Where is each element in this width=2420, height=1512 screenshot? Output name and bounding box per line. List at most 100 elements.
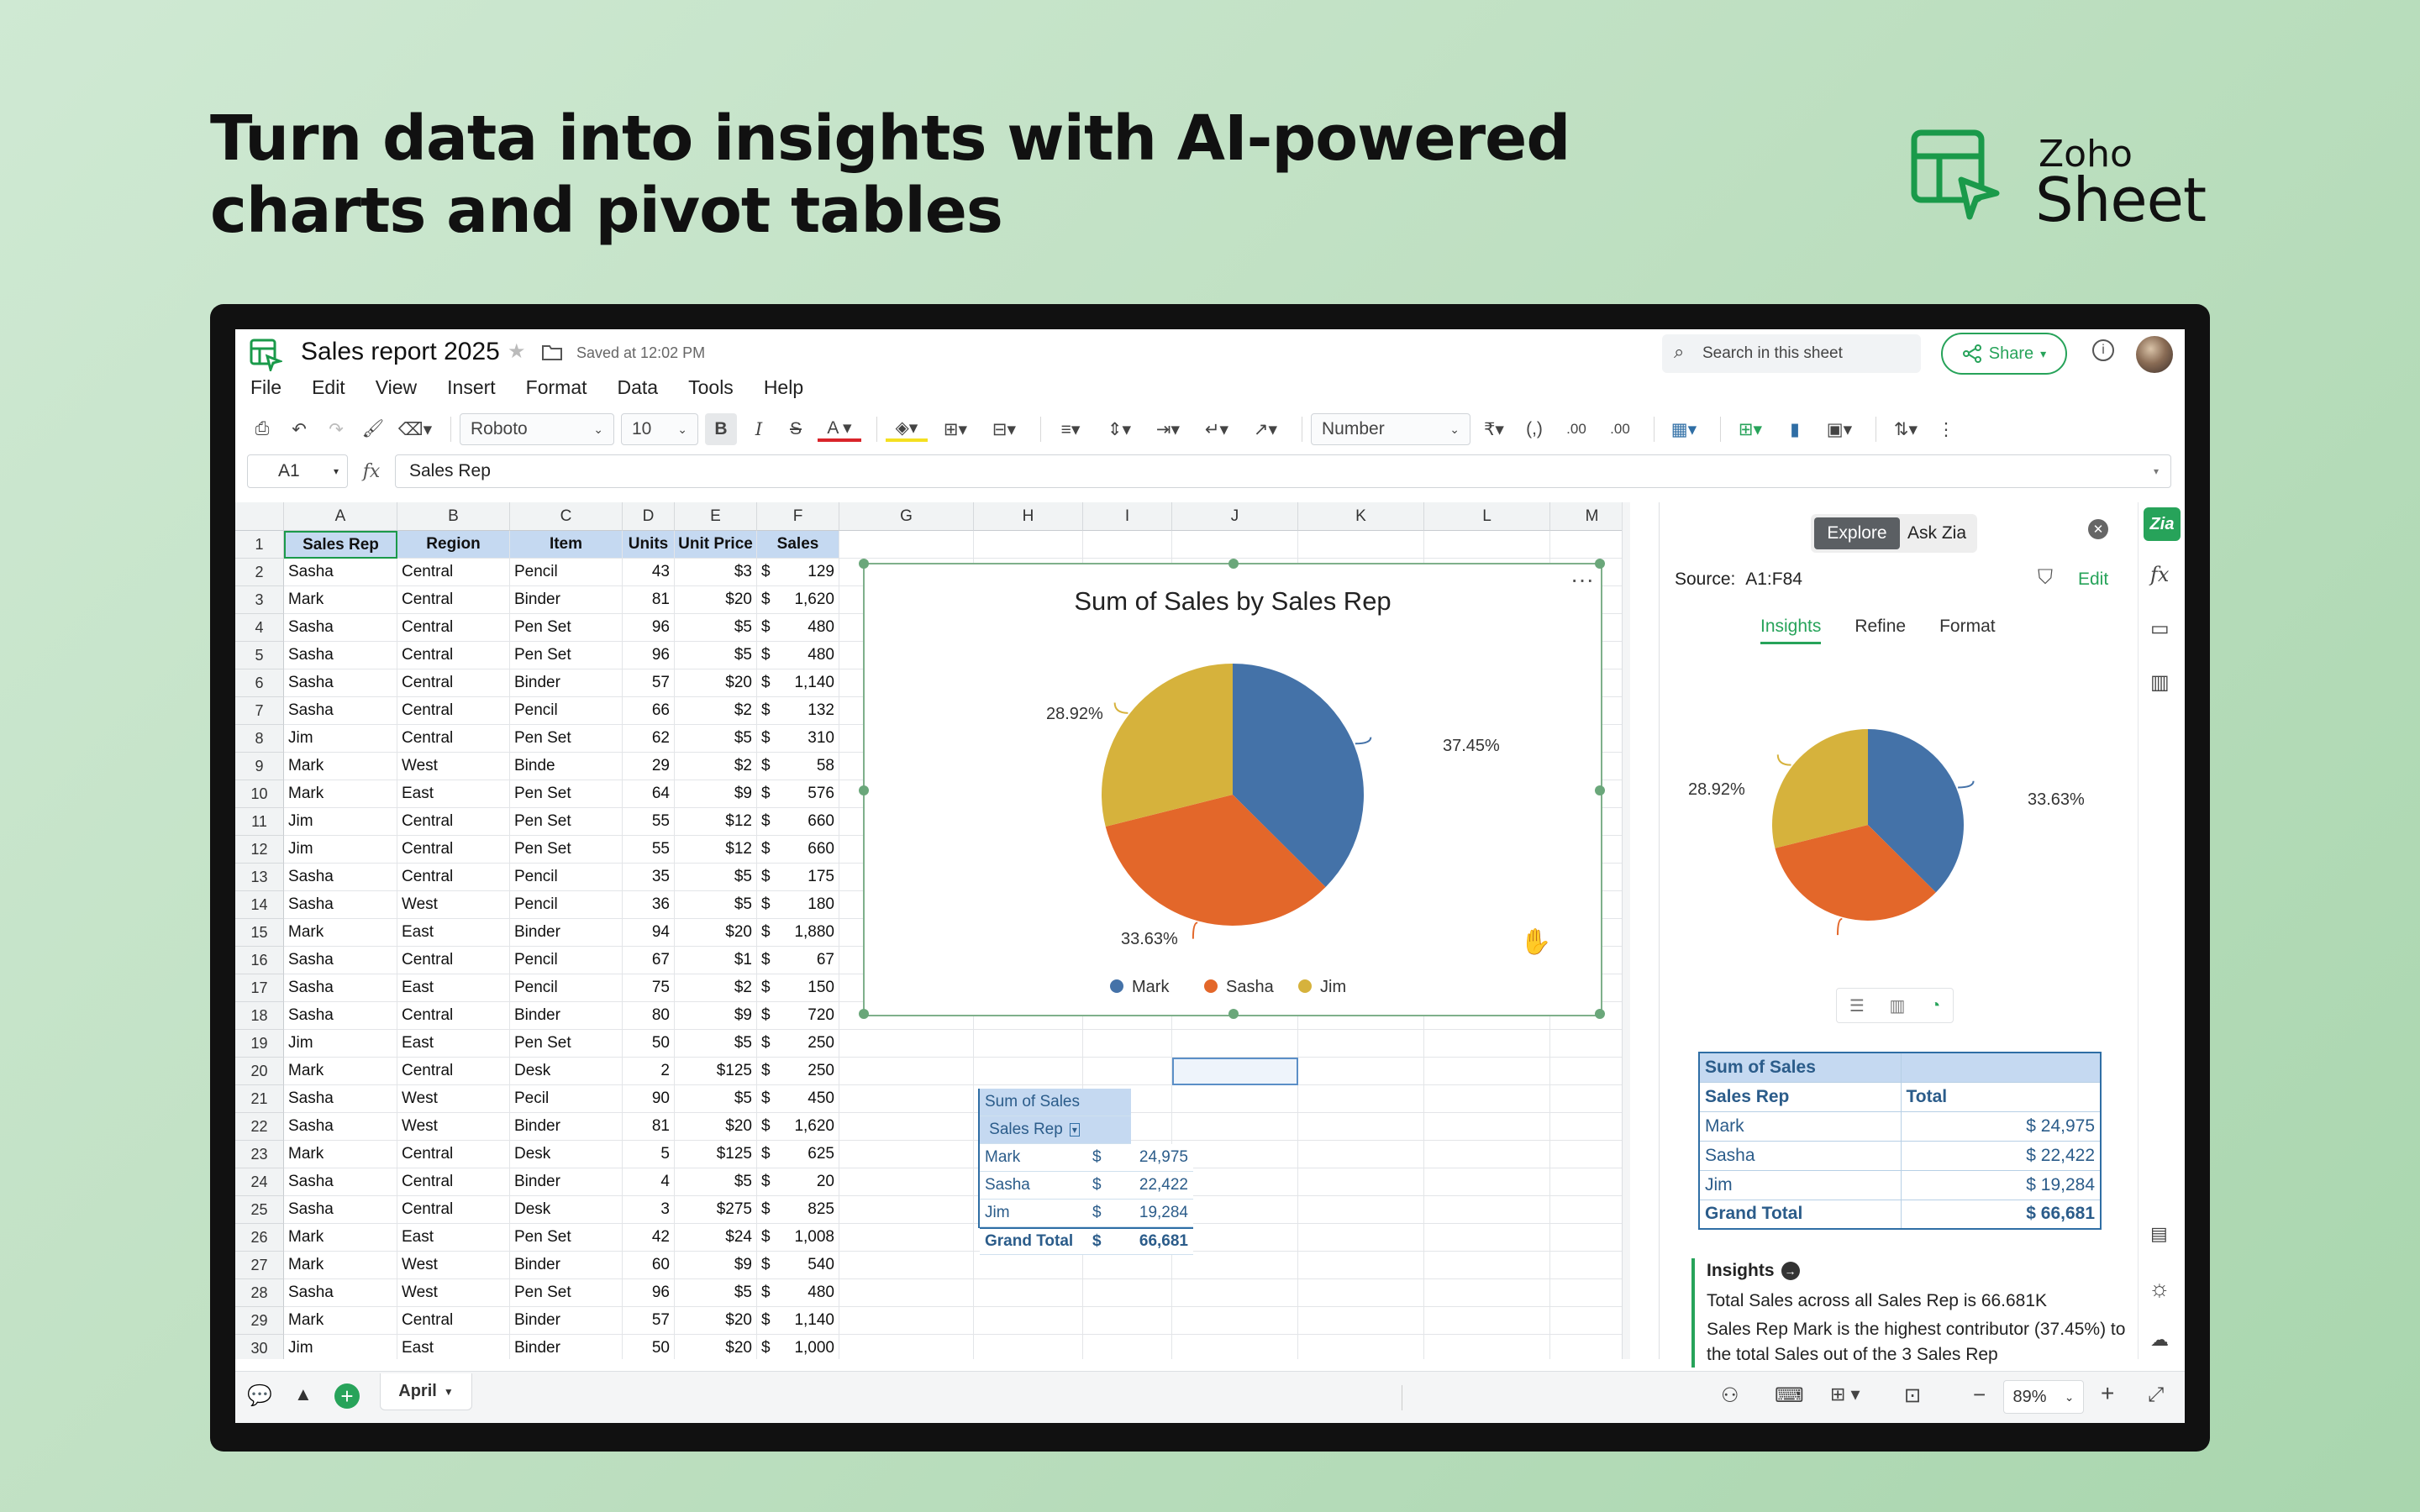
data-cell[interactable]: Central	[397, 725, 510, 753]
empty-cell[interactable]	[1550, 1279, 1630, 1307]
column-header-f[interactable]: F	[757, 502, 839, 531]
data-cell[interactable]: Mark	[284, 1224, 397, 1252]
pie-chart-icon[interactable]: ◔	[1930, 996, 1940, 1016]
user-avatar[interactable]	[2136, 336, 2173, 373]
sales-cell[interactable]: $660	[757, 836, 839, 864]
data-cell[interactable]: 81	[623, 586, 675, 614]
data-cell[interactable]: East	[397, 919, 510, 947]
data-cell[interactable]: Sasha	[284, 1113, 397, 1141]
zia-icon[interactable]: Zia	[2144, 507, 2181, 541]
data-cell[interactable]: $12	[675, 808, 757, 836]
data-cell[interactable]: $20	[675, 669, 757, 697]
empty-cell[interactable]	[1424, 1252, 1550, 1279]
row-header[interactable]: 19	[235, 1030, 284, 1058]
text-rotation-icon[interactable]: ↗▾	[1244, 413, 1286, 445]
row-header[interactable]: 8	[235, 725, 284, 753]
cloud-icon[interactable]: ☁	[2150, 1329, 2169, 1351]
data-cell[interactable]: 36	[623, 891, 675, 919]
data-cell[interactable]: Mark	[284, 753, 397, 780]
data-cell[interactable]: 55	[623, 808, 675, 836]
empty-cell[interactable]	[839, 1224, 974, 1252]
empty-cell[interactable]	[1298, 1196, 1424, 1224]
sales-cell[interactable]: $1,620	[757, 1113, 839, 1141]
data-cell[interactable]: 96	[623, 614, 675, 642]
data-cell[interactable]: $2	[675, 697, 757, 725]
menu-view[interactable]: View	[376, 376, 417, 399]
empty-cell[interactable]	[1550, 1224, 1630, 1252]
menu-format[interactable]: Format	[526, 376, 587, 399]
data-cell[interactable]: Desk	[510, 1196, 623, 1224]
comments-icon[interactable]: ▭	[2150, 617, 2170, 641]
row-header[interactable]: 7	[235, 697, 284, 725]
sales-cell[interactable]: $825	[757, 1196, 839, 1224]
data-cell[interactable]: Mark	[284, 1141, 397, 1168]
column-header-m[interactable]: M	[1550, 502, 1630, 531]
data-cell[interactable]: Sasha	[284, 697, 397, 725]
column-header-b[interactable]: B	[397, 502, 510, 531]
data-cell[interactable]: Jim	[284, 808, 397, 836]
data-cell[interactable]: Pen Set	[510, 642, 623, 669]
column-header-a[interactable]: A	[284, 502, 397, 531]
insert-chart-icon[interactable]: ▮	[1778, 413, 1812, 445]
empty-cell[interactable]	[839, 1196, 974, 1224]
sales-cell[interactable]: $660	[757, 808, 839, 836]
empty-cell[interactable]	[1083, 1058, 1172, 1085]
data-cell[interactable]: Mark	[284, 1252, 397, 1279]
ask-zia-tab[interactable]: Ask Zia	[1900, 517, 1974, 549]
empty-cell[interactable]	[1550, 1307, 1630, 1335]
column-header-k[interactable]: K	[1298, 502, 1424, 531]
data-cell[interactable]: Binder	[510, 1335, 623, 1359]
data-cell[interactable]: $2	[675, 753, 757, 780]
empty-cell[interactable]	[1298, 1058, 1424, 1085]
data-cell[interactable]: Pen Set	[510, 614, 623, 642]
data-cell[interactable]: West	[397, 753, 510, 780]
data-cell[interactable]: East	[397, 1335, 510, 1359]
data-cell[interactable]: East	[397, 974, 510, 1002]
empty-cell[interactable]	[1424, 1113, 1550, 1141]
data-cell[interactable]: Sasha	[284, 1002, 397, 1030]
resize-handle[interactable]	[859, 785, 869, 795]
sales-cell[interactable]: $180	[757, 891, 839, 919]
sales-cell[interactable]: $1,140	[757, 1307, 839, 1335]
data-cell[interactable]: Sasha	[284, 559, 397, 586]
data-cell[interactable]: 55	[623, 836, 675, 864]
data-cell[interactable]: $20	[675, 586, 757, 614]
empty-cell[interactable]	[1298, 1335, 1424, 1359]
data-cell[interactable]: $12	[675, 836, 757, 864]
row-header[interactable]: 6	[235, 669, 284, 697]
row-header[interactable]: 3	[235, 586, 284, 614]
data-cell[interactable]: $3	[675, 559, 757, 586]
data-cell[interactable]: 3	[623, 1196, 675, 1224]
data-cell[interactable]: $20	[675, 1307, 757, 1335]
data-cell[interactable]: Sasha	[284, 1196, 397, 1224]
data-cell[interactable]: $5	[675, 614, 757, 642]
data-cell[interactable]: $2	[675, 974, 757, 1002]
data-cell[interactable]: Sasha	[284, 864, 397, 891]
row-header[interactable]: 23	[235, 1141, 284, 1168]
data-cell[interactable]: Pencil	[510, 891, 623, 919]
theme-icon[interactable]: ☼	[2149, 1275, 2170, 1302]
data-cell[interactable]: Binder	[510, 669, 623, 697]
data-cell[interactable]: Central	[397, 836, 510, 864]
data-cell[interactable]: Central	[397, 559, 510, 586]
clear-format-icon[interactable]: ⌫▾	[395, 413, 435, 445]
app-logo-icon[interactable]	[249, 338, 282, 371]
data-cell[interactable]: $9	[675, 780, 757, 808]
header-cell[interactable]: Units	[623, 531, 675, 559]
pivot-col-salesrep[interactable]: Sales Rep▾	[980, 1116, 1089, 1144]
sales-cell[interactable]: $480	[757, 614, 839, 642]
data-cell[interactable]: Jim	[284, 1030, 397, 1058]
row-header[interactable]: 28	[235, 1279, 284, 1307]
empty-cell[interactable]	[974, 1030, 1083, 1058]
tab-insights[interactable]: Insights	[1760, 617, 1821, 644]
currency-format-button[interactable]: ₹▾	[1477, 413, 1511, 445]
header-cell[interactable]: Sales	[757, 531, 839, 559]
data-cell[interactable]: Pen Set	[510, 1030, 623, 1058]
menu-data[interactable]: Data	[618, 376, 659, 399]
empty-cell[interactable]	[1550, 1141, 1630, 1168]
sales-cell[interactable]: $450	[757, 1085, 839, 1113]
resize-handle[interactable]	[1595, 559, 1605, 569]
empty-cell[interactable]	[1424, 1335, 1550, 1359]
empty-cell[interactable]	[1424, 1058, 1550, 1085]
data-cell[interactable]: $1	[675, 947, 757, 974]
